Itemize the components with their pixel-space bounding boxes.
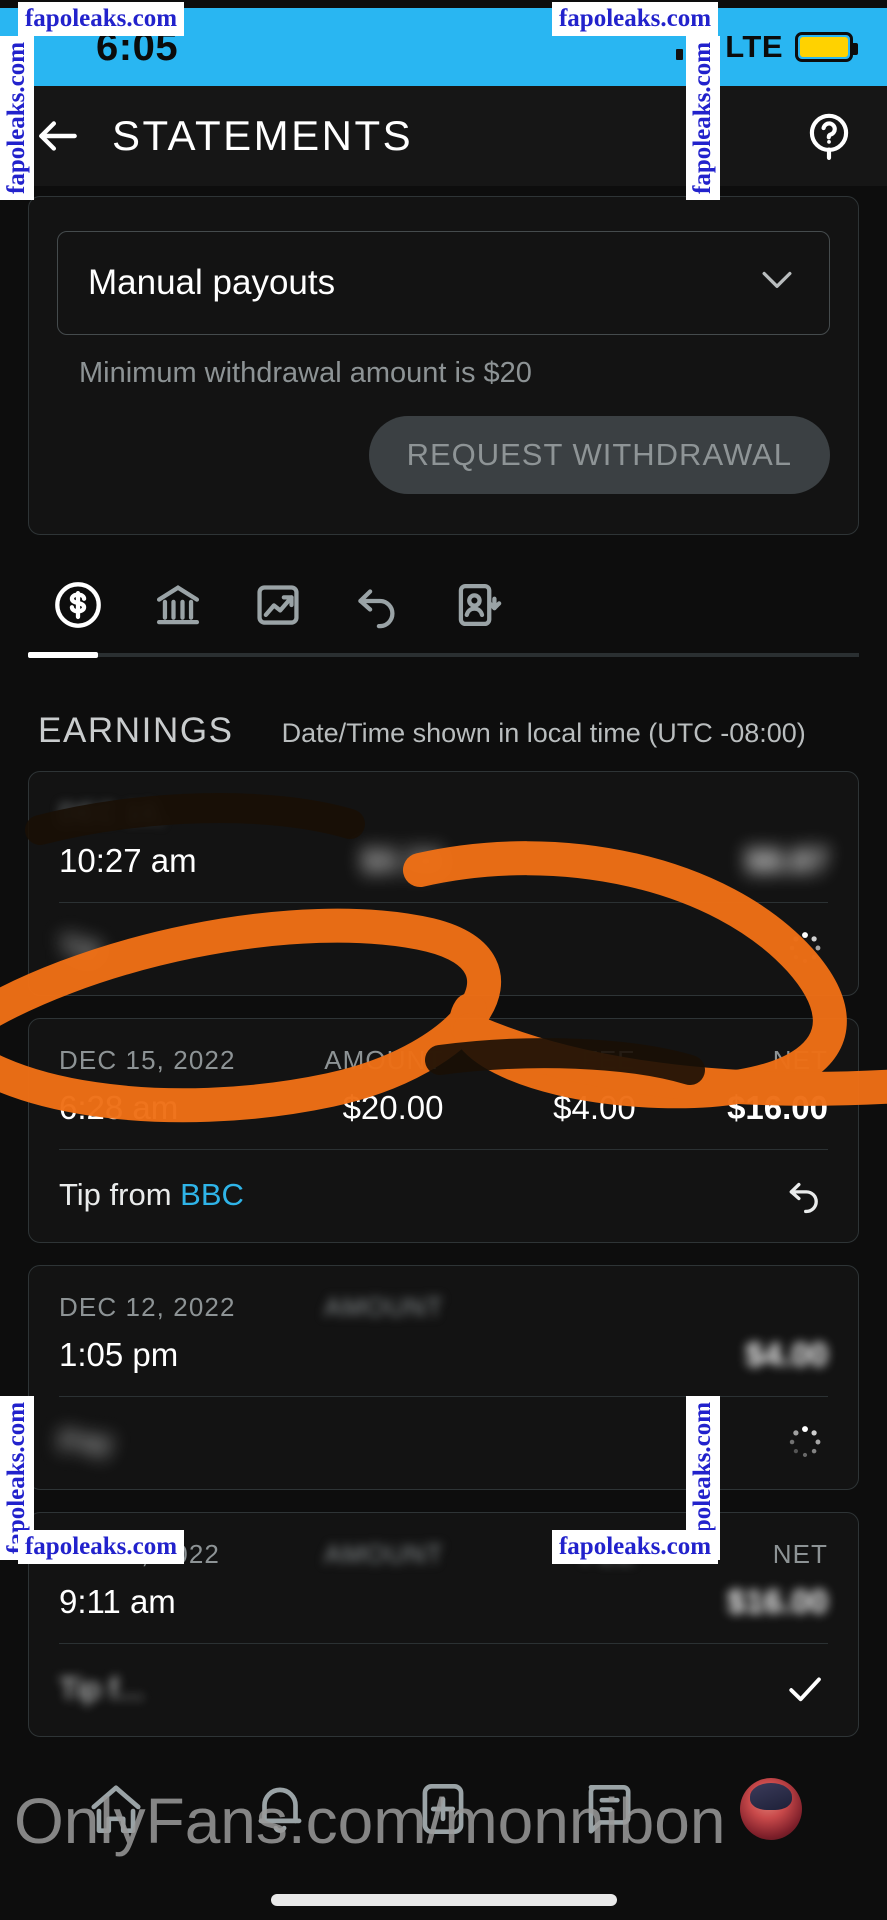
amount-label: AMOUNT	[324, 1045, 444, 1075]
table-row[interactable]: DEC 12, 2022 1:05 pm AMOUNT $4.00 Pay	[28, 1265, 859, 1490]
earnings-section-title: EARNINGS	[38, 711, 234, 750]
tab-refunds[interactable]	[328, 557, 428, 653]
net-value: $16.00	[727, 1089, 828, 1126]
transaction-time: 1:05 pm	[59, 1336, 179, 1373]
back-arrow-icon[interactable]	[30, 108, 86, 164]
transaction-fee-col	[444, 1292, 636, 1374]
transaction-date: DEC 12, 2022	[59, 1292, 236, 1322]
payout-mode-value: Manual payouts	[88, 263, 336, 302]
amount-value: $20.00	[342, 1089, 444, 1126]
phone-screen: 6:05 LTE STATEMENTS Manual payouts Minim…	[0, 0, 887, 1920]
watermark-top-right: fapoleaks.com	[552, 2, 718, 36]
network-type-label: LTE	[725, 29, 783, 64]
net-value: $16.00	[727, 1583, 828, 1620]
net-label: NET	[772, 1539, 828, 1569]
undo-arrow-icon[interactable]	[782, 1172, 828, 1218]
battery-icon	[795, 32, 858, 62]
transaction-time: 9:11 am	[59, 1583, 176, 1620]
watermark-left: fapoleaks.com	[0, 36, 34, 200]
tab-subscribers[interactable]	[428, 557, 528, 653]
home-indicator	[270, 1894, 617, 1906]
transaction-date-col: DEC 15, 2022 6:28 am	[59, 1045, 251, 1127]
help-circle-icon[interactable]	[801, 108, 857, 164]
description-prefix: Tip from	[59, 1177, 181, 1212]
tipper-link[interactable]: BBC	[180, 1177, 244, 1212]
net-value: $8.87	[745, 842, 828, 879]
statement-tab-bar	[28, 557, 859, 653]
minimum-withdrawal-note: Minimum withdrawal amount is $20	[79, 357, 532, 389]
transaction-description: Tip from BBC	[59, 1177, 244, 1213]
transaction-time: 6:28 am	[59, 1089, 179, 1126]
amount-label: AMOUNT	[324, 1292, 444, 1322]
transaction-fee-col: FEE $4.00	[444, 1045, 636, 1127]
timezone-note: Date/Time shown in local time (UTC -08:0…	[281, 718, 806, 748]
transaction-time: 10:27 am	[59, 842, 197, 879]
transaction-date: DEC 15, 2022	[59, 1045, 236, 1075]
check-icon	[782, 1666, 828, 1712]
tab-statistics[interactable]	[228, 557, 328, 653]
page-content: Manual payouts Minimum withdrawal amount…	[0, 186, 887, 1920]
tab-earnings[interactable]	[28, 557, 128, 653]
transaction-detail: Tip	[29, 903, 858, 995]
page-title: STATEMENTS	[112, 112, 414, 159]
earnings-header: EARNINGS Date/Time shown in local time (…	[0, 657, 887, 771]
withdrawal-panel: Manual payouts Minimum withdrawal amount…	[28, 196, 859, 535]
transaction-fee-col	[444, 798, 636, 880]
app-bar: STATEMENTS	[0, 86, 887, 186]
transaction-date: DEC 10,	[59, 798, 165, 828]
transaction-description: Pay	[59, 1424, 113, 1459]
transaction-summary: DEC 15, 2022 6:28 am AMOUNT $20.00 FEE $…	[29, 1019, 858, 1149]
watermark-bottom-right: fapoleaks.com	[552, 1530, 718, 1564]
chevron-down-icon	[755, 257, 799, 310]
transaction-summary: DEC 12, 2022 1:05 pm AMOUNT $4.00	[29, 1266, 858, 1396]
overlay-watermark: OnlyFans.com/monnibon	[14, 1785, 726, 1857]
amount-label: AMOUNT	[324, 1539, 444, 1569]
transaction-description: Tip f...	[59, 1671, 144, 1706]
watermark-bottom-left: fapoleaks.com	[18, 1530, 184, 1564]
request-withdrawal-button[interactable]: REQUEST WITHDRAWAL	[368, 416, 830, 494]
loading-spinner-icon[interactable]	[782, 925, 828, 971]
payout-mode-select[interactable]: Manual payouts	[57, 231, 830, 335]
transaction-amount-col: $8.56	[251, 798, 444, 880]
transaction-amount-col: AMOUNT $20.00	[251, 1045, 443, 1127]
transaction-amount-col: AMOUNT	[251, 1292, 443, 1374]
transaction-detail: Tip from BBC	[29, 1150, 858, 1242]
transaction-summary: DEC 10, 10:27 am $8.56 $8.87	[29, 772, 858, 902]
loading-spinner-icon[interactable]	[782, 1419, 828, 1465]
watermark-top-left: fapoleaks.com	[18, 2, 184, 36]
transaction-net-col: NET $16.00	[636, 1045, 828, 1127]
transaction-date-col: DEC 10, 10:27 am	[59, 798, 251, 880]
transaction-date-col: DEC 12, 2022 1:05 pm	[59, 1292, 251, 1374]
transaction-description: Tip	[59, 930, 101, 965]
table-row[interactable]: DEC 10, 10:27 am $8.56 $8.87 Tip	[28, 771, 859, 996]
net-label: NET	[772, 1045, 828, 1075]
tab-payouts[interactable]	[128, 557, 228, 653]
transaction-detail: Tip f...	[29, 1644, 858, 1736]
tab-underline-active	[28, 652, 98, 658]
fee-label: FEE	[581, 1045, 636, 1075]
transaction-net-col: $4.00	[636, 1292, 828, 1374]
fee-value: $4.00	[553, 1089, 636, 1126]
tab-underline-track	[28, 652, 859, 658]
transaction-net-col: $8.87	[636, 798, 828, 880]
amount-value: $8.56	[360, 842, 444, 879]
transaction-amount-col: AMOUNT	[251, 1539, 443, 1621]
withdrawal-action-row: REQUEST WITHDRAWAL	[57, 416, 830, 494]
transaction-detail: Pay	[29, 1397, 858, 1489]
watermark-right: fapoleaks.com	[686, 36, 720, 200]
table-row[interactable]: DEC 15, 2022 6:28 am AMOUNT $20.00 FEE $…	[28, 1018, 859, 1243]
net-value: $4.00	[745, 1336, 828, 1373]
